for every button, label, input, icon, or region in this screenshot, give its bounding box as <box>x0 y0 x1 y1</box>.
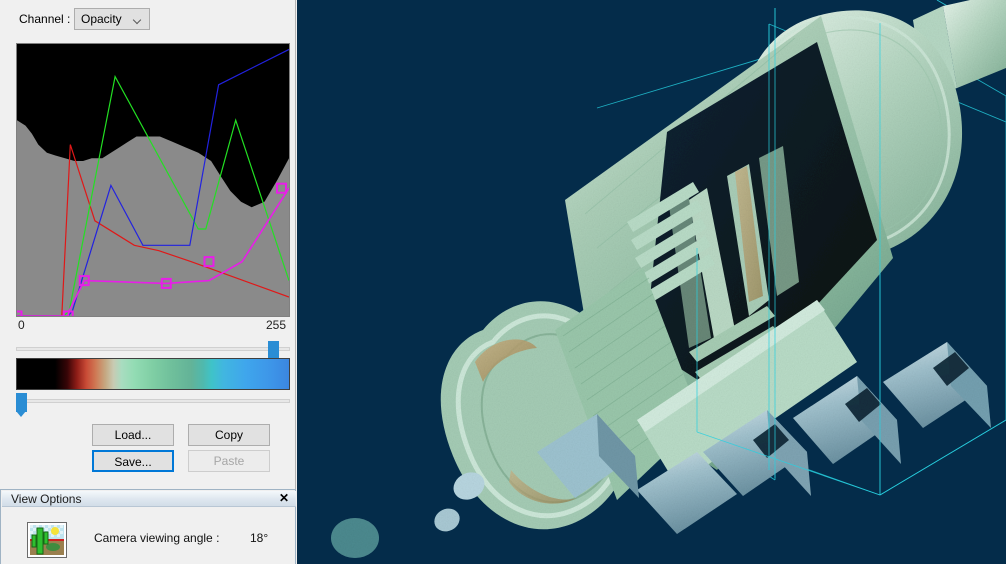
view-options-titlebar[interactable]: View Options ✕ <box>2 491 296 507</box>
transfer-function-graph[interactable] <box>16 43 290 317</box>
channel-dropdown[interactable]: Opacity <box>74 8 150 30</box>
chevron-down-icon <box>134 17 142 22</box>
close-icon[interactable]: ✕ <box>279 491 289 506</box>
camera-angle-label: Camera viewing angle : <box>94 531 219 545</box>
view-options-panel: View Options ✕ <box>0 489 296 564</box>
copy-button[interactable]: Copy <box>188 424 270 446</box>
view-options-title: View Options <box>11 492 81 506</box>
channel-row: Channel : Opacity <box>0 0 296 38</box>
axis-max-label: 255 <box>266 318 286 332</box>
channel-label: Channel : <box>19 12 70 26</box>
volume-render-canvas[interactable] <box>297 0 1006 564</box>
colormap-gradient-bar[interactable] <box>16 358 290 390</box>
view-options-body: Camera viewing angle : 18° <box>2 508 296 564</box>
application-window: Channel : Opacity 0 255 <box>0 0 1006 564</box>
axis-min-label: 0 <box>18 318 25 332</box>
save-button[interactable]: Save... <box>92 450 174 472</box>
colormap-upper-slider-track[interactable] <box>16 347 290 351</box>
colormap-lower-slider-track[interactable] <box>16 399 290 403</box>
load-button[interactable]: Load... <box>92 424 174 446</box>
colormap-lower-slider-thumb[interactable] <box>16 393 27 412</box>
transfer-function-panel: Channel : Opacity 0 255 <box>0 0 296 564</box>
3d-viewport[interactable] <box>297 0 1006 564</box>
channel-dropdown-value: Opacity <box>81 12 122 26</box>
camera-angle-value: 18° <box>250 531 268 545</box>
paste-button: Paste <box>188 450 270 472</box>
transfer-function-plot[interactable] <box>17 44 289 316</box>
picture-cactus-icon <box>27 522 67 558</box>
